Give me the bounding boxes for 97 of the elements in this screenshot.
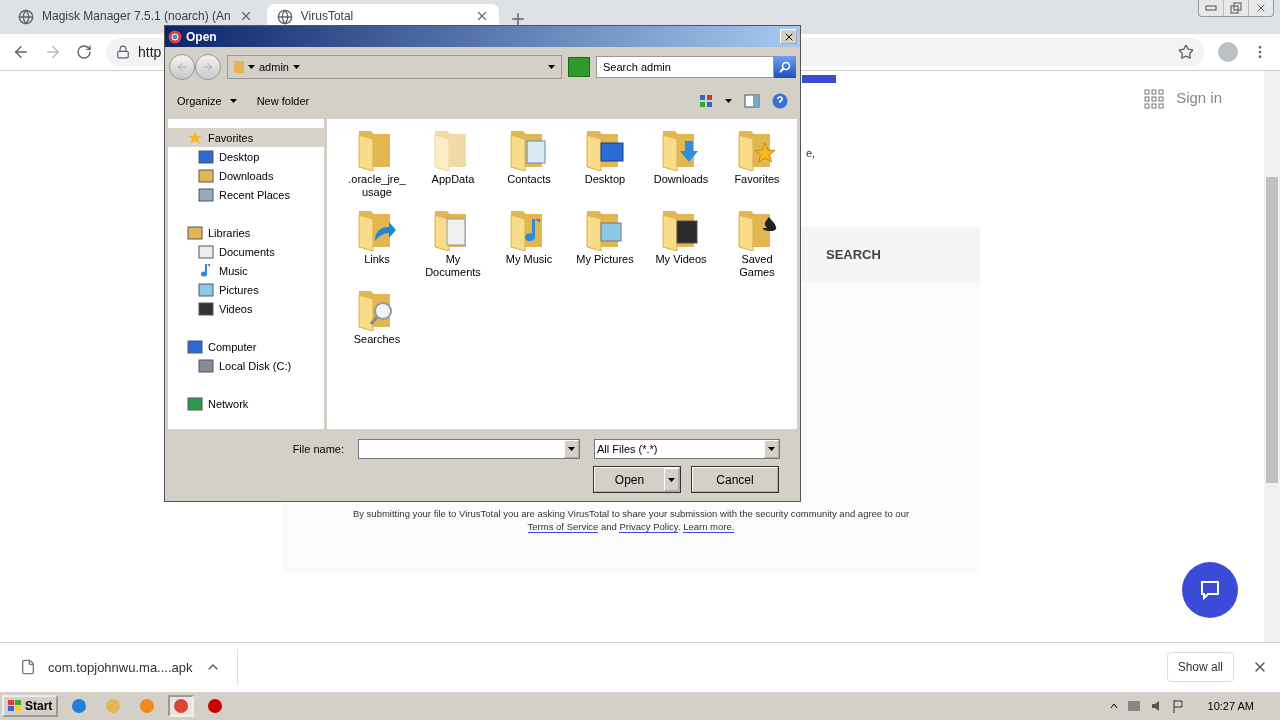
privacy-link[interactable]: Privacy Policy — [619, 521, 678, 533]
globe-icon — [18, 9, 34, 25]
nav-item[interactable]: Favorites — [168, 128, 324, 147]
nav-item[interactable]: Music — [168, 261, 324, 280]
folder-item[interactable]: .oracle_jre_usage — [339, 127, 415, 207]
dropdown-arrow-icon — [548, 65, 555, 69]
folder-item[interactable]: Downloads — [643, 127, 719, 207]
dropdown-arrow-icon — [668, 477, 675, 482]
dropdown-arrow-icon — [229, 99, 237, 103]
windows-logo-icon — [8, 700, 22, 712]
chat-button[interactable] — [1182, 562, 1238, 618]
folder-item[interactable]: Favorites — [719, 127, 795, 207]
folder-item[interactable]: My Pictures — [567, 207, 643, 287]
nav-item[interactable]: Downloads — [168, 166, 324, 185]
folder-item[interactable]: Saved Games — [719, 207, 795, 287]
search-tab[interactable]: SEARCH — [826, 247, 881, 262]
scrollbar[interactable] — [1264, 71, 1280, 642]
dropdown-arrow-icon — [725, 99, 732, 103]
recent-places-icon — [198, 186, 214, 203]
nav-item[interactable]: Recent Places — [168, 185, 324, 204]
start-button[interactable]: Start — [2, 695, 59, 717]
download-filename[interactable]: com.topjohnwu.ma....apk — [48, 659, 193, 675]
desktop-icon — [198, 148, 214, 165]
globe-icon — [276, 9, 293, 25]
folder-item[interactable]: Links — [339, 207, 415, 287]
close-icon — [1255, 2, 1267, 14]
media-player-icon — [139, 698, 156, 714]
stop-sign-icon — [207, 698, 224, 714]
download-folder-icon — [198, 167, 214, 184]
body-text: e, — [806, 147, 816, 159]
learn-more-link[interactable]: Learn more. — [683, 521, 735, 533]
nav-item[interactable]: Pictures — [168, 280, 324, 299]
search-field[interactable]: Search admin — [596, 56, 774, 78]
nav-item[interactable]: Desktop — [168, 147, 324, 166]
show-all-button[interactable]: Show all — [1166, 652, 1234, 682]
help-icon[interactable] — [772, 93, 788, 109]
folder-icon — [234, 61, 244, 73]
minimize-icon — [1205, 5, 1217, 11]
nav-item[interactable]: Videos — [168, 299, 324, 318]
forward-arrow-icon — [202, 61, 214, 73]
back-button[interactable] — [169, 54, 195, 80]
preview-pane-icon[interactable] — [744, 94, 760, 108]
dropdown-arrow-icon — [768, 447, 775, 451]
forward-button[interactable] — [195, 54, 221, 80]
toolbar-button[interactable]: Organize — [177, 95, 237, 107]
search-button[interactable] — [774, 56, 796, 78]
apps-grid-icon[interactable] — [1144, 89, 1165, 109]
open-button[interactable]: Open — [594, 467, 680, 492]
dropdown-arrow-icon — [292, 65, 300, 69]
folder-item[interactable]: My Videos — [643, 207, 719, 287]
document-icon — [198, 243, 214, 260]
browser-icon — [71, 698, 88, 714]
folder-item[interactable]: Desktop — [567, 127, 643, 207]
window-title: Open — [186, 29, 217, 44]
folder-item[interactable]: AppData — [415, 127, 491, 207]
nav-item[interactable]: Computer — [168, 337, 324, 356]
toolbar-button[interactable]: New folder — [256, 95, 310, 107]
lock-icon — [116, 45, 130, 59]
folder-item[interactable]: Contacts — [491, 127, 567, 207]
back-arrow-icon — [176, 61, 188, 73]
chrome-icon — [173, 698, 190, 714]
film-icon — [198, 300, 214, 317]
terms-notice: By submitting your file to VirusTotal you are asking VirusTotal to share your submission with the security community and agree to our Terms of Service and Privacy Policy. Learn more. — [351, 507, 911, 533]
file-name-field[interactable] — [358, 439, 580, 459]
nav-item[interactable]: Libraries — [168, 223, 324, 242]
star-icon — [187, 129, 203, 146]
location-bar[interactable]: admin — [227, 55, 562, 79]
file-icon — [20, 659, 36, 675]
disk-drive-icon — [198, 357, 214, 374]
network-icon — [187, 395, 203, 412]
dropdown-arrow-icon — [568, 447, 575, 451]
picture-icon — [198, 281, 214, 298]
clock: 10:27 AM — [1207, 700, 1254, 712]
back-icon[interactable] — [12, 43, 30, 61]
chrome-icon — [168, 29, 182, 44]
nav-item[interactable]: Documents — [168, 242, 324, 261]
folder-icon — [105, 698, 122, 714]
reload-icon[interactable] — [76, 44, 92, 60]
file-type-select[interactable]: All Files (*.*) — [594, 439, 780, 459]
nav-item[interactable]: Network — [168, 394, 324, 413]
restore-icon — [1230, 2, 1242, 14]
terms-link[interactable]: Terms of Service — [527, 521, 599, 533]
star-icon[interactable] — [1178, 44, 1194, 60]
view-options-icon[interactable] — [699, 94, 713, 108]
file-name-label: File name: — [292, 443, 344, 455]
library-icon — [187, 224, 203, 241]
nav-item[interactable]: Local Disk (C:) — [168, 356, 324, 375]
computer-icon — [187, 338, 203, 355]
dropdown-arrow-icon — [248, 65, 255, 69]
search-icon — [779, 61, 791, 73]
taskbar-app[interactable] — [168, 695, 195, 717]
cancel-button[interactable]: Cancel — [692, 467, 778, 492]
sign-in-link[interactable]: Sign in — [1176, 89, 1222, 106]
folder-item[interactable]: My Documents — [415, 207, 491, 287]
folder-item[interactable]: Searches — [339, 287, 415, 367]
chat-icon — [1199, 579, 1221, 601]
folder-item[interactable]: My Music — [491, 207, 567, 287]
